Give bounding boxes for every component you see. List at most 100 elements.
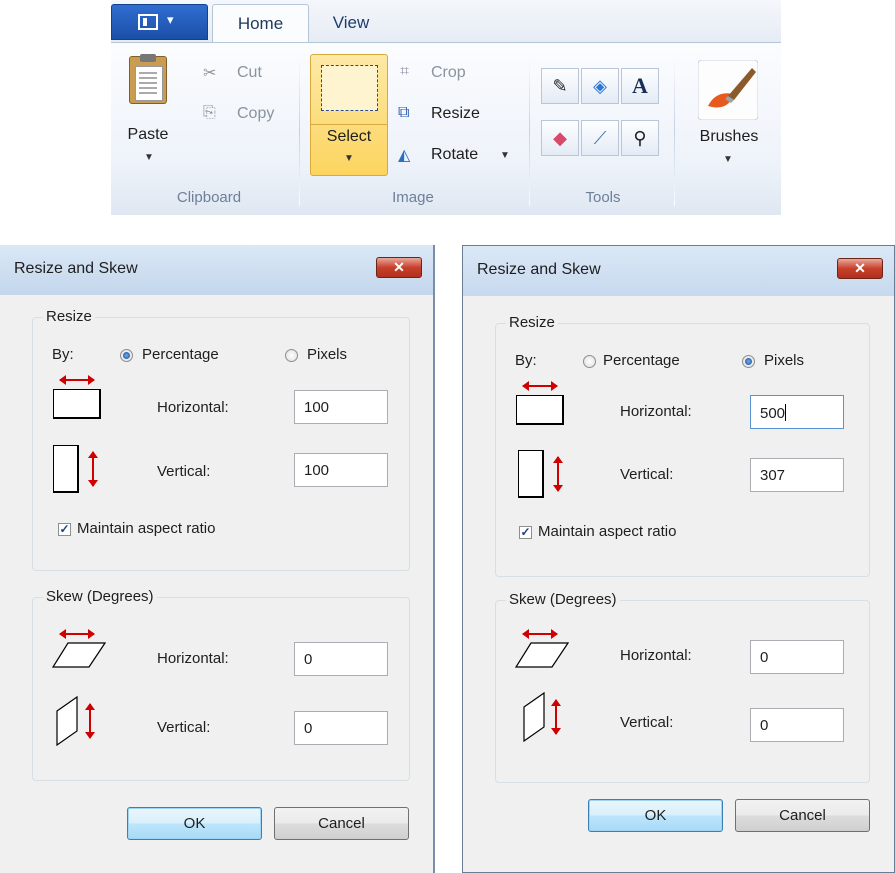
- maintain-aspect-checkbox[interactable]: ✓: [58, 523, 71, 536]
- skew-vertical-input[interactable]: 0: [294, 711, 388, 745]
- group-separator: [674, 56, 675, 206]
- brushes-button[interactable]: Brushes: [689, 128, 769, 146]
- copy-icon: ⎘: [203, 104, 216, 121]
- vertical-resize-icon: [518, 450, 544, 498]
- cancel-button[interactable]: Cancel: [274, 807, 409, 840]
- horizontal-arrow-icon: [522, 381, 558, 391]
- crop-button[interactable]: Crop: [431, 64, 466, 82]
- pencil-icon[interactable]: ✎: [541, 68, 579, 104]
- paste-icon[interactable]: [129, 54, 167, 104]
- resize-horizontal-value: 500: [760, 405, 786, 422]
- resize-skew-dialog-pixels: Resize and Skew ✕ Resize By: Percentage …: [462, 245, 895, 873]
- skew-horizontal-input[interactable]: 0: [294, 642, 388, 676]
- rotate-button[interactable]: Rotate: [431, 146, 478, 164]
- ok-button[interactable]: OK: [588, 799, 723, 832]
- percentage-label[interactable]: Percentage: [603, 352, 680, 369]
- horizontal-resize-icon: [53, 389, 101, 419]
- vertical-arrow-icon: [88, 451, 98, 487]
- pixels-radio[interactable]: [742, 355, 755, 368]
- resize-horizontal-label: Horizontal:: [157, 399, 229, 416]
- selection-marquee-icon: [321, 65, 378, 111]
- percentage-label[interactable]: Percentage: [142, 346, 219, 363]
- skew-horizontal-arrow-icon: [522, 629, 558, 639]
- resize-vertical-input[interactable]: 307: [750, 458, 844, 492]
- dialog-titlebar: Resize and Skew ✕: [463, 246, 894, 296]
- horizontal-arrow-icon: [59, 375, 95, 385]
- magnifier-icon[interactable]: ⚲: [621, 120, 659, 156]
- maintain-aspect-label[interactable]: Maintain aspect ratio: [538, 523, 676, 540]
- resize-vertical-label: Vertical:: [157, 463, 211, 480]
- pixels-label[interactable]: Pixels: [764, 352, 804, 369]
- resize-skew-dialog-percentage: Resize and Skew ✕ Resize By: Percentage …: [0, 245, 435, 873]
- skew-horizontal-label: Horizontal:: [620, 647, 692, 664]
- maintain-aspect-checkbox[interactable]: ✓: [519, 526, 532, 539]
- close-button[interactable]: ✕: [837, 258, 883, 279]
- skew-legend: Skew (Degrees): [43, 588, 157, 605]
- copy-button[interactable]: Copy: [237, 105, 274, 123]
- resize-button[interactable]: Resize: [431, 105, 480, 123]
- rotate-icon: ◭: [398, 147, 411, 164]
- dialog-title: Resize and Skew: [477, 261, 601, 278]
- vertical-arrow-icon: [553, 456, 563, 492]
- ribbon-tab-strip: ▾ Home View: [111, 0, 781, 42]
- maintain-aspect-label[interactable]: Maintain aspect ratio: [77, 520, 215, 537]
- brushes-icon[interactable]: [698, 60, 758, 120]
- resize-horizontal-label: Horizontal:: [620, 403, 692, 420]
- skew-horizontal-icon: [515, 642, 569, 668]
- skew-horizontal-input[interactable]: 0: [750, 640, 844, 674]
- skew-horizontal-icon: [52, 642, 106, 668]
- resize-legend: Resize: [506, 314, 558, 331]
- paste-dropdown-icon[interactable]: ▼: [144, 152, 154, 163]
- by-label: By:: [52, 346, 74, 363]
- rotate-dropdown-icon[interactable]: ▼: [500, 150, 510, 161]
- pixels-radio[interactable]: [285, 349, 298, 362]
- resize-vertical-label: Vertical:: [620, 466, 674, 483]
- ok-button[interactable]: OK: [127, 807, 262, 840]
- skew-vertical-icon: [523, 692, 545, 742]
- brushes-dropdown-icon[interactable]: ▼: [723, 154, 733, 165]
- tools-group-label: Tools: [585, 189, 621, 206]
- group-separator: [299, 56, 300, 206]
- skew-horizontal-label: Horizontal:: [157, 650, 229, 667]
- crop-icon: ⌗: [400, 63, 410, 80]
- cancel-button[interactable]: Cancel: [735, 799, 870, 832]
- skew-groupbox: Skew (Degrees): [495, 591, 870, 783]
- skew-vertical-label: Vertical:: [620, 714, 674, 731]
- text-cursor: [785, 404, 787, 421]
- percentage-radio[interactable]: [120, 349, 133, 362]
- skew-groupbox: Skew (Degrees): [32, 588, 410, 781]
- text-icon[interactable]: A: [621, 68, 659, 104]
- vertical-resize-icon: [53, 445, 79, 493]
- resize-horizontal-input[interactable]: 100: [294, 390, 388, 424]
- by-label: By:: [515, 352, 537, 369]
- color-picker-icon[interactable]: ⟋: [581, 120, 619, 156]
- resize-vertical-input[interactable]: 100: [294, 453, 388, 487]
- skew-vertical-icon: [56, 696, 78, 746]
- paste-button[interactable]: Paste: [125, 126, 171, 144]
- close-button[interactable]: ✕: [376, 257, 422, 278]
- chevron-down-icon: ▾: [167, 12, 174, 27]
- select-dropdown-icon[interactable]: ▼: [344, 153, 354, 164]
- tab-home[interactable]: Home: [212, 4, 309, 42]
- dialog-title: Resize and Skew: [14, 260, 138, 277]
- group-separator: [529, 56, 530, 206]
- tab-view[interactable]: View: [321, 4, 381, 42]
- dialog-titlebar: Resize and Skew ✕: [0, 245, 433, 295]
- clipboard-group-label: Clipboard: [176, 189, 242, 206]
- cut-button[interactable]: Cut: [237, 64, 262, 82]
- eraser-icon[interactable]: ◆: [541, 120, 579, 156]
- resize-legend: Resize: [43, 308, 95, 325]
- horizontal-resize-icon: [516, 395, 564, 425]
- skew-vertical-arrow-icon: [85, 703, 95, 739]
- cut-icon: ✂: [203, 65, 217, 82]
- percentage-radio[interactable]: [583, 355, 596, 368]
- app-menu-button[interactable]: ▾: [111, 4, 208, 40]
- fill-bucket-icon[interactable]: ◈: [581, 68, 619, 104]
- select-button-label: Select: [326, 128, 372, 145]
- skew-horizontal-arrow-icon: [59, 629, 95, 639]
- pixels-label[interactable]: Pixels: [307, 346, 347, 363]
- skew-vertical-input[interactable]: 0: [750, 708, 844, 742]
- resize-horizontal-input[interactable]: 500: [750, 395, 844, 429]
- document-icon: [138, 14, 158, 30]
- skew-vertical-arrow-icon: [551, 699, 561, 735]
